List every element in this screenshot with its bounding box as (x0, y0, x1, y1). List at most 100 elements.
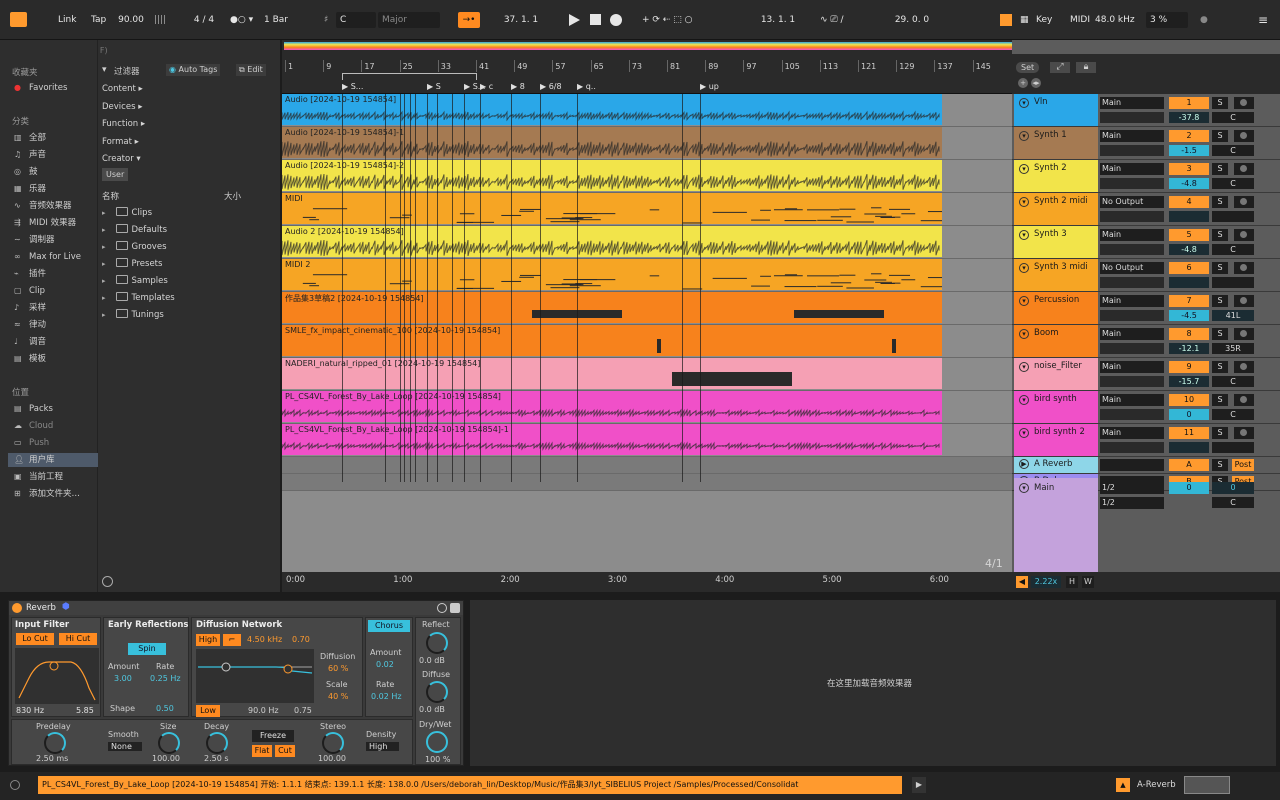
reflect-knob[interactable] (426, 632, 448, 654)
track-input-channel[interactable] (1100, 244, 1164, 255)
key-map-button[interactable]: Key (1032, 12, 1056, 28)
loop-length[interactable]: 29. 0. 0 (882, 12, 942, 28)
track-header[interactable]: ▾ bird synth 2 (1014, 424, 1098, 456)
arm-button[interactable] (1234, 196, 1254, 208)
clip[interactable]: PL_CS4VL_Forest_By_Lake_Loop [2024-10-19… (282, 424, 942, 455)
locator-marker[interactable]: ▶ up (700, 82, 719, 91)
category-item[interactable]: ♩ 调音 (14, 335, 46, 349)
tempo-field[interactable]: 90.00 (114, 12, 148, 28)
filter-item[interactable]: Format ▸ (102, 135, 139, 149)
add-locator-icon[interactable]: + (1018, 78, 1028, 88)
mixer-track[interactable]: ▾ Percussion Main 7 -4.5 S 41L (1012, 292, 1280, 325)
track-number[interactable]: 6 (1169, 262, 1209, 274)
solo-button[interactable]: S (1212, 361, 1228, 373)
solo-button[interactable]: S (1212, 459, 1228, 471)
track-header[interactable]: ▾ Synth 3 (1014, 226, 1098, 258)
bar-number[interactable]: 9 (326, 62, 331, 71)
track-lane[interactable]: Audio 2 [2024-10-19 154854] (282, 226, 1012, 259)
hot-swap-icon[interactable]: ⬢ (62, 602, 70, 612)
bar-number[interactable]: 17 (364, 62, 374, 71)
freeze-button[interactable]: Freeze (252, 730, 294, 742)
track-volume[interactable]: -4.8 (1169, 178, 1209, 189)
size-knob[interactable] (158, 732, 180, 754)
bar-number[interactable]: 1 (288, 62, 293, 71)
folder-item[interactable]: ▸ Templates (102, 291, 175, 305)
view-toggle-button[interactable] (10, 12, 27, 27)
filter-item[interactable]: Devices ▸ (102, 100, 142, 114)
bar-number[interactable]: 137 (937, 62, 952, 71)
folder-item[interactable]: ▸ Tunings (102, 308, 164, 322)
density-select[interactable]: High (366, 742, 400, 751)
track-activator-icon[interactable]: ▾ (1019, 131, 1029, 141)
solo-button[interactable]: S (1212, 295, 1228, 307)
track-activator-icon[interactable]: ▾ (1019, 329, 1029, 339)
bar-number[interactable]: 105 (785, 62, 800, 71)
return-input[interactable] (1100, 459, 1164, 471)
folder-item[interactable]: ▸ Defaults (102, 223, 167, 237)
track-pan[interactable] (1212, 211, 1254, 222)
track-number[interactable]: 7 (1169, 295, 1209, 307)
track-volume[interactable]: -12.1 (1169, 343, 1209, 354)
track-number[interactable]: 10 (1169, 394, 1209, 406)
diffusion-handle-2[interactable] (283, 664, 293, 674)
loop-brace[interactable] (342, 73, 477, 80)
bar-number[interactable]: 73 (632, 62, 642, 71)
low-freq-value[interactable]: 90.0 Hz (248, 706, 279, 715)
expand-icon[interactable]: ▸ (102, 277, 106, 285)
track-lane[interactable]: MIDI 2 (282, 259, 1012, 292)
category-item[interactable]: ♫ 声音 (14, 148, 46, 162)
metronome-icon[interactable]: ●○ ▾ (226, 12, 257, 28)
arm-button[interactable] (1234, 262, 1254, 274)
filter-curve-display[interactable] (15, 648, 99, 704)
er-amount-value[interactable]: 3.00 (114, 674, 132, 683)
mixer-track[interactable]: ▾ noise_Filter Main 9 -15.7 S C (1012, 358, 1280, 391)
track-lane[interactable]: Audio [2024-10-19 154854]-1 (282, 127, 1012, 160)
hi-cut-button[interactable]: Hi Cut (59, 633, 97, 645)
arm-button[interactable] (1234, 361, 1254, 373)
track-input-channel[interactable] (1100, 211, 1164, 222)
master-volume[interactable]: 0 (1169, 482, 1209, 494)
arm-button[interactable] (1234, 295, 1254, 307)
category-item[interactable]: ▥ 全部 (14, 131, 46, 145)
device-power-icon[interactable] (12, 603, 22, 613)
track-input-select[interactable]: Main (1100, 163, 1164, 175)
category-item[interactable]: ⇶ MIDI 效果器 (14, 216, 76, 230)
bar-number[interactable]: 41 (479, 62, 489, 71)
bar-number[interactable]: 65 (594, 62, 604, 71)
track-pan[interactable]: C (1212, 376, 1254, 387)
place-item[interactable]: ▤ Packs (14, 402, 53, 416)
time-label[interactable]: 5:00 (823, 575, 842, 585)
expand-icon[interactable]: ▸ (102, 226, 106, 234)
track-pan[interactable]: C (1212, 409, 1254, 420)
solo-button[interactable]: S (1212, 328, 1228, 340)
locator-marker[interactable]: ▶ 6/8 (540, 82, 562, 91)
track-activator-icon[interactable]: ▾ (1019, 230, 1029, 240)
track-input-channel[interactable] (1100, 178, 1164, 189)
time-label[interactable]: 2:00 (501, 575, 520, 585)
track-lane[interactable]: Audio [2024-10-19 154854] (282, 94, 1012, 127)
track-input-channel[interactable] (1100, 112, 1164, 123)
solo-button[interactable]: S (1212, 394, 1228, 406)
track-header[interactable]: ▾ Synth 3 midi (1014, 259, 1098, 291)
return-header[interactable]: ▶ A Reverb (1014, 457, 1098, 473)
mixer-track[interactable]: ▾ Boom Main 8 -12.1 S 35R (1012, 325, 1280, 358)
arm-button[interactable] (1234, 97, 1254, 109)
track-number[interactable]: 3 (1169, 163, 1209, 175)
follow-button[interactable]: →• (458, 12, 480, 28)
track-number[interactable]: 2 (1169, 130, 1209, 142)
track-input-channel[interactable] (1100, 145, 1164, 156)
place-item[interactable]: 👤︎ 用户库 (8, 453, 98, 467)
solo-button[interactable]: S (1212, 196, 1228, 208)
clip[interactable]: MIDI 2 (282, 259, 942, 290)
track-activator-icon[interactable]: ▾ (1019, 263, 1029, 273)
track-number[interactable]: 9 (1169, 361, 1209, 373)
arrangement-view[interactable]: 1 9 17 25 33 41 49 57 65 73 81 89 97 105 113 121 129 137 1… (282, 40, 1012, 592)
master-power-icon[interactable]: ▾ (1019, 483, 1029, 493)
solo-button[interactable]: S (1212, 130, 1228, 142)
track-header[interactable]: ▾ noise_Filter (1014, 358, 1098, 390)
master-out-2[interactable]: 1/2 (1100, 497, 1164, 509)
category-item[interactable]: ≈ 律动 (14, 318, 46, 332)
nudge-icon[interactable]: |||| (150, 12, 170, 28)
clip[interactable]: 作品集3草稿2 [2024-10-19 154854] (282, 292, 942, 323)
diffuse-knob[interactable] (426, 681, 448, 703)
